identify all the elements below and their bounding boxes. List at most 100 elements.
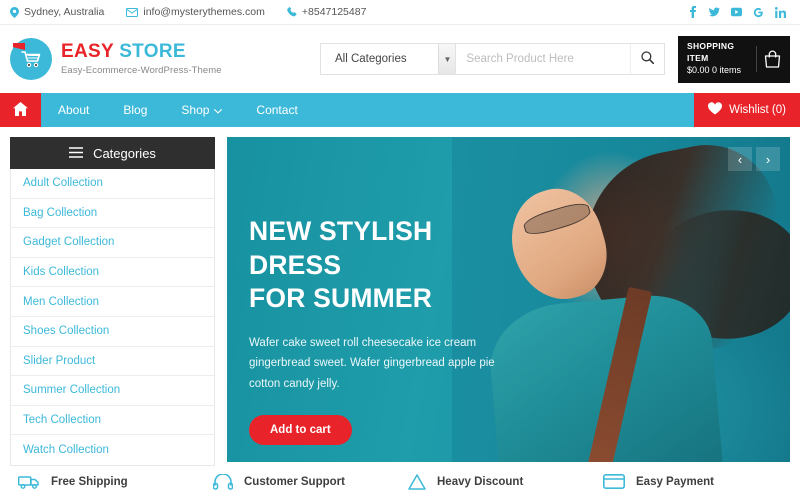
- categories-header[interactable]: Categories: [10, 137, 215, 169]
- feature-title: Free Shipping: [51, 475, 128, 488]
- product-search-bar: All Categories ▼: [320, 43, 665, 75]
- heart-icon: [708, 102, 723, 118]
- google-plus-icon[interactable]: [753, 6, 764, 18]
- list-item-label: Watch Collection: [23, 444, 109, 457]
- categories-heading: Categories: [93, 145, 156, 161]
- chevron-down-icon: ▼: [438, 44, 456, 74]
- hero-slider: ‹ › NEW STYLISH DRESS FOR SUMMER Wafer c…: [227, 137, 790, 462]
- list-item-label: Men Collection: [23, 295, 100, 308]
- cart-flag-shape: [13, 43, 25, 50]
- sidebar-item-tech-collection[interactable]: Tech Collection: [11, 405, 214, 436]
- linkedin-icon[interactable]: [775, 6, 786, 18]
- main-content: Categories Adult Collection Bag Collecti…: [0, 127, 800, 466]
- topbar-phone[interactable]: +8547125487: [287, 6, 367, 18]
- brand-name: EASY STORE: [61, 42, 222, 62]
- nav-item-blog-label: Blog: [123, 103, 148, 117]
- topbar-email[interactable]: info@mysterythemes.com: [126, 6, 265, 18]
- add-to-cart-button[interactable]: Add to cart: [249, 415, 352, 446]
- nav-item-shop[interactable]: Shop: [164, 93, 239, 127]
- twitter-icon[interactable]: [709, 6, 720, 18]
- sidebar-item-bag-collection[interactable]: Bag Collection: [11, 198, 214, 229]
- topbar-phone-text: +8547125487: [301, 6, 367, 18]
- nav-item-contact[interactable]: Contact: [239, 93, 314, 127]
- hamburger-icon: [68, 146, 84, 161]
- search-input[interactable]: [456, 44, 631, 74]
- map-pin-icon: [10, 6, 19, 18]
- hero-title-line-2: FOR SUMMER: [249, 283, 433, 314]
- chevron-down-icon: [214, 103, 223, 117]
- brand-first-word: EASY: [61, 41, 114, 63]
- category-list: Adult Collection Bag Collection Gadget C…: [10, 169, 215, 466]
- feature-easy-payment: Easy Payment: [595, 474, 790, 490]
- tag-icon: [408, 474, 426, 490]
- credit-card-icon: [603, 474, 625, 490]
- list-item-label: Summer Collection: [23, 384, 121, 397]
- slider-controls: ‹ ›: [728, 147, 780, 171]
- category-select[interactable]: All Categories ▼: [321, 44, 457, 74]
- site-header: EASY STORE Easy-Ecommerce-WordPress-Them…: [0, 25, 800, 93]
- chevron-left-icon: ‹: [737, 151, 743, 167]
- wishlist-label: Wishlist (0): [729, 104, 786, 116]
- wishlist-button[interactable]: Wishlist (0): [694, 93, 800, 127]
- header-search-area: All Categories ▼ SHOPPING ITEM $0.00 0 i…: [320, 35, 790, 83]
- slider-prev-button[interactable]: ‹: [728, 147, 752, 171]
- search-icon: [641, 51, 655, 67]
- shopping-item-summary: $0.00 0 items: [687, 65, 742, 76]
- search-button[interactable]: [630, 44, 664, 74]
- shopping-item-divider: [756, 46, 757, 72]
- sidebar-item-men-collection[interactable]: Men Collection: [11, 287, 214, 317]
- brand-second-word: STORE: [119, 41, 186, 63]
- feature-title: Customer Support: [244, 475, 345, 488]
- category-sidebar: Categories Adult Collection Bag Collecti…: [10, 137, 215, 466]
- hero-title: NEW STYLISH DRESS FOR SUMMER: [249, 215, 519, 316]
- brand-tagline: Easy-Ecommerce-WordPress-Theme: [61, 64, 222, 76]
- top-bar: Sydney, Australia info@mysterythemes.com…: [0, 0, 800, 25]
- shopping-item-box[interactable]: SHOPPING ITEM $0.00 0 items: [678, 35, 790, 83]
- feature-free-shipping: Free Shipping: [10, 474, 205, 490]
- envelope-icon: [126, 7, 139, 17]
- list-item-label: Gadget Collection: [23, 236, 115, 249]
- phone-icon: [287, 7, 297, 17]
- social-links: [687, 6, 790, 18]
- nav-item-shop-label: Shop: [181, 103, 210, 117]
- list-item-label: Slider Product: [23, 354, 96, 367]
- hero-description: Wafer cake sweet roll cheesecake ice cre…: [249, 336, 495, 390]
- nav-home-button[interactable]: [0, 93, 41, 127]
- sidebar-item-summer-collection[interactable]: Summer Collection: [11, 376, 214, 406]
- feature-customer-support: Customer Support: [205, 473, 400, 490]
- logo-text-group: EASY STORE Easy-Ecommerce-WordPress-Them…: [61, 42, 222, 76]
- facebook-icon[interactable]: [687, 6, 698, 18]
- shopping-bag-icon: [764, 50, 781, 68]
- list-item-label: Adult Collection: [23, 177, 103, 190]
- slider-next-button[interactable]: ›: [756, 147, 780, 171]
- topbar-email-text: info@mysterythemes.com: [143, 6, 265, 18]
- sidebar-item-kids-collection[interactable]: Kids Collection: [11, 257, 214, 288]
- sidebar-item-watch-collection[interactable]: Watch Collection: [11, 435, 214, 465]
- sidebar-item-slider-product[interactable]: Slider Product: [11, 346, 214, 377]
- sidebar-item-shoes-collection[interactable]: Shoes Collection: [11, 316, 214, 347]
- main-navigation: About Blog Shop Contact Wishlist (0): [0, 93, 800, 127]
- truck-icon: [18, 474, 40, 490]
- chevron-right-icon: ›: [765, 151, 771, 167]
- list-item-label: Kids Collection: [23, 266, 100, 279]
- nav-item-about[interactable]: About: [41, 93, 106, 127]
- nav-item-blog[interactable]: Blog: [106, 93, 164, 127]
- youtube-icon[interactable]: [731, 6, 742, 18]
- sidebar-item-gadget-collection[interactable]: Gadget Collection: [11, 228, 214, 258]
- nav-item-about-label: About: [58, 103, 90, 117]
- site-logo[interactable]: EASY STORE Easy-Ecommerce-WordPress-Them…: [10, 38, 222, 80]
- hero-caption: NEW STYLISH DRESS FOR SUMMER Wafer cake …: [227, 137, 519, 446]
- sidebar-item-adult-collection[interactable]: Adult Collection: [11, 169, 214, 199]
- category-select-value: All Categories: [335, 53, 407, 65]
- topbar-contact-group: Sydney, Australia info@mysterythemes.com…: [10, 6, 366, 18]
- nav-item-contact-label: Contact: [256, 103, 298, 117]
- shopping-item-title: SHOPPING ITEM: [687, 41, 735, 63]
- hero-title-line-1: NEW STYLISH DRESS: [249, 216, 433, 280]
- list-item-label: Tech Collection: [23, 414, 101, 427]
- shopping-cart-logo-icon: [10, 38, 52, 80]
- shopping-item-text: SHOPPING ITEM $0.00 0 items: [687, 41, 749, 76]
- nav-links: About Blog Shop Contact: [41, 93, 315, 127]
- list-item-label: Shoes Collection: [23, 325, 110, 338]
- feature-heavy-discount: Heavy Discount: [400, 474, 595, 490]
- home-icon: [13, 101, 28, 119]
